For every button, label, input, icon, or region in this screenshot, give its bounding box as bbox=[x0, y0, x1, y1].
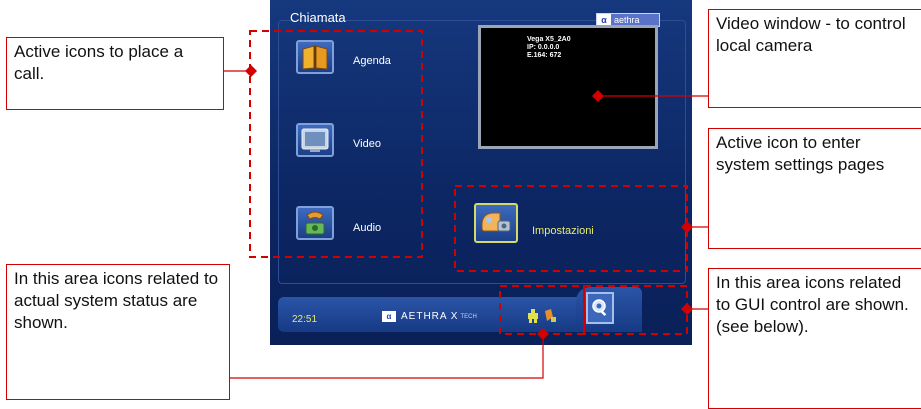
menu-label-agenda[interactable]: Agenda bbox=[353, 55, 391, 67]
video-info-line: Vega X5_2A0 bbox=[527, 36, 571, 43]
settings-label[interactable]: Impostazioni bbox=[532, 225, 594, 237]
aethra-logo: α AETHRA X TECH bbox=[382, 311, 477, 322]
settings-gear-icon[interactable] bbox=[474, 203, 518, 243]
logo-symbol: α bbox=[382, 311, 396, 322]
device-screen: Chiamata α aethra Agenda Video Audio Veg… bbox=[270, 0, 692, 345]
call-status-icon bbox=[545, 309, 556, 322]
network-status-icon bbox=[528, 309, 538, 323]
callout-status-area: In this area icons related to actual sys… bbox=[6, 264, 230, 400]
menu-label-video[interactable]: Video bbox=[353, 138, 381, 150]
telephone-icon[interactable] bbox=[296, 206, 334, 240]
video-info-line: E.164: 672 bbox=[527, 52, 562, 59]
video-info: Vega X5_2A0 IP: 0.0.0.0 E.164: 672 bbox=[527, 36, 571, 60]
status-icons bbox=[528, 309, 556, 323]
clock: 22:51 bbox=[292, 314, 318, 325]
video-info-line: IP: 0.0.0.0 bbox=[527, 44, 560, 51]
brand-text: aethra bbox=[614, 15, 640, 25]
callout-gui-area: In this area icons related to GUI contro… bbox=[708, 268, 921, 409]
callout-settings: Active icon to enter system settings pag… bbox=[708, 128, 921, 249]
logo-sub: TECH bbox=[460, 313, 477, 320]
callout-video-window: Video window - to control local camera bbox=[708, 9, 921, 108]
address-book-icon[interactable] bbox=[296, 40, 334, 74]
logo-text: AETHRA X bbox=[401, 311, 459, 322]
video-window[interactable]: Vega X5_2A0 IP: 0.0.0.0 E.164: 672 bbox=[478, 25, 658, 149]
menu-label-audio[interactable]: Audio bbox=[353, 222, 381, 234]
screen-title: Chiamata bbox=[290, 10, 346, 25]
callout-call-icons: Active icons to place a call. bbox=[6, 37, 224, 110]
marker-diamond bbox=[245, 65, 257, 77]
zoom-control-icon[interactable] bbox=[586, 292, 614, 324]
video-monitor-icon[interactable] bbox=[296, 123, 334, 157]
